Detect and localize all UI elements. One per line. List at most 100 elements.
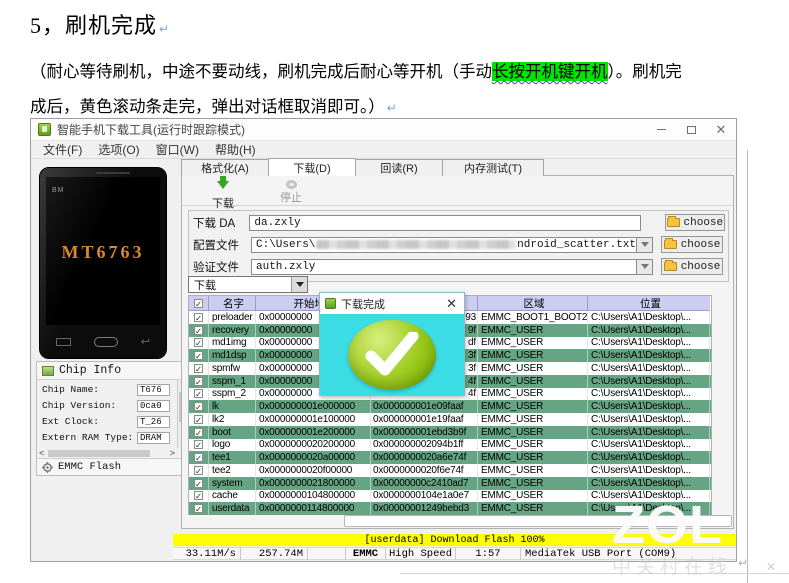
row-checkbox[interactable]: ✓ [194, 440, 203, 450]
chip-version-row: Chip Version: 0ca0 [42, 398, 170, 413]
header-location: 位置 [588, 296, 710, 311]
row-checkbox[interactable]: ✓ [194, 402, 203, 411]
chevron-down-icon [291, 277, 307, 292]
para-text: （耐心等待刷机，中途不要动线，刷机完成后耐心等开机（手动 [30, 62, 492, 81]
scatter-file-input[interactable]: C:\Users\ ndroid_scatter.txt [251, 236, 637, 253]
menu-item-window[interactable]: 窗口(W) [148, 141, 207, 158]
table-row[interactable]: ✓ boot 0x000000001e200000 0x000000001ebd… [189, 425, 711, 439]
cell-region: EMMC_USER [478, 489, 588, 503]
table-row[interactable]: ✓ tee2 0x0000000020f00000 0x0000000020f6… [189, 464, 711, 477]
row-checkbox[interactable]: ✓ [194, 414, 203, 424]
status-cell: 257.74M [241, 547, 308, 560]
auth-file-row: 验证文件 auth.zxly choose [193, 258, 725, 275]
cell-region: EMMC_USER [478, 476, 588, 490]
scroll-right-icon[interactable]: > [170, 449, 177, 459]
table-row[interactable]: ✓ system 0x0000000021800000 0x00000000c2… [189, 476, 711, 490]
row-checkbox[interactable]: ✓ [194, 312, 203, 322]
dialog-close-button[interactable]: ✕ [444, 297, 459, 310]
cell-location: C:\Users\A1\Desktop\... [588, 374, 710, 388]
maximize-button[interactable] [676, 119, 706, 140]
chip-info-header[interactable]: Chip Info [37, 362, 188, 380]
cell-name: sspm_2 [209, 387, 256, 401]
minimize-button[interactable] [646, 119, 676, 140]
chip-info-title: Chip Info [59, 364, 122, 377]
cell-location: C:\Users\A1\Desktop\... [588, 502, 710, 515]
select-all-checkbox[interactable]: ✓ [189, 296, 209, 311]
status-cell: 33.11M/s [173, 547, 241, 560]
row-checkbox[interactable]: ✓ [194, 389, 203, 399]
page-border-vertical [747, 150, 748, 583]
table-row[interactable]: ✓ lk 0x000000001e000000 0x000000001e09fa… [189, 400, 711, 413]
cell-location: C:\Users\A1\Desktop\... [588, 451, 710, 464]
scatter-dropdown-icon[interactable] [637, 236, 653, 253]
success-check-icon [348, 319, 436, 390]
choose-da-button[interactable]: choose [664, 214, 725, 231]
instruction-paragraph: （耐心等待刷机，中途不要动线，刷机完成后耐心等开机（手动长按开机键开机）。刷机完… [30, 54, 770, 126]
tab-readback[interactable]: 回读(R) [355, 159, 443, 176]
header-name: 名字 [209, 296, 256, 311]
download-mode-dropdown[interactable]: 下载 [188, 276, 308, 293]
menu-item-file[interactable]: 文件(F) [35, 141, 90, 158]
scroll-thumb[interactable] [48, 450, 150, 457]
row-checkbox[interactable]: ✓ [194, 491, 203, 501]
row-checkbox[interactable]: ✓ [194, 376, 203, 386]
scroll-left-icon[interactable]: < [37, 449, 44, 459]
row-checkbox[interactable]: ✓ [194, 465, 203, 475]
blurred-path [316, 240, 517, 249]
row-checkbox[interactable]: ✓ [194, 453, 203, 462]
table-row[interactable]: ✓ tee1 0x0000000020a00000 0x0000000020a6… [189, 451, 711, 464]
choose-scatter-button[interactable]: choose [661, 236, 723, 253]
para-text: 成后，黄色滚动条走完，弹出对话框取消即可。） [30, 97, 385, 116]
cell-region: EMMC_USER [478, 336, 588, 350]
window-title: 智能手机下载工具(运行时跟踪模式) [57, 123, 245, 137]
menu-key-icon [56, 338, 71, 346]
row-checkbox[interactable]: ✓ [194, 325, 203, 335]
table-row[interactable]: ✓ lk2 0x000000001e100000 0x000000001e19f… [189, 413, 711, 426]
auth-dropdown-icon[interactable] [637, 258, 653, 275]
table-row[interactable]: ✓ userdata 0x0000000114800000 0x00000001… [189, 502, 711, 515]
row-checkbox[interactable]: ✓ [194, 351, 203, 360]
status-cell [308, 547, 346, 560]
stop-button[interactable]: 停止 [268, 178, 314, 205]
close-button[interactable]: ✕ [706, 119, 736, 140]
download-da-label: 下载 DA [193, 217, 236, 230]
download-da-row: 下载 DA da.zxly choose [193, 214, 725, 231]
cell-end-address: 0x0000000020a6e74f [371, 451, 478, 464]
menu-item-options[interactable]: 选项(O) [90, 141, 147, 158]
auth-file-input[interactable]: auth.zxly [251, 258, 637, 275]
row-checkbox[interactable]: ✓ [194, 338, 203, 348]
row-checkbox[interactable]: ✓ [194, 504, 203, 513]
download-button-label: 下载 [212, 198, 234, 210]
emmc-flash-header[interactable]: EMMC Flash [37, 458, 188, 475]
tab-memory-test[interactable]: 内存测试(T) [442, 159, 544, 176]
table-row[interactable]: ✓ logo 0x0000000020200000 0x000000002094… [189, 438, 711, 452]
row-checkbox[interactable]: ✓ [194, 478, 203, 488]
menu-item-help[interactable]: 帮助(H) [207, 141, 264, 158]
gear-icon [42, 461, 53, 473]
download-da-input[interactable]: da.zxly [249, 214, 641, 231]
cell-end-address: 0x0000000104e1a0e7 [371, 489, 478, 503]
stop-button-label: 停止 [280, 192, 302, 204]
ext-clock-row: Ext Clock: T_26 [42, 414, 170, 429]
row-checkbox[interactable]: ✓ [194, 427, 203, 437]
download-arrow-icon [217, 176, 229, 195]
dialog-body [320, 314, 464, 395]
cell-region: EMMC_USER [478, 362, 588, 375]
download-button[interactable]: 下载 [200, 176, 246, 210]
phone-screen: BM MT6763 [46, 177, 160, 325]
table-row[interactable]: ✓ cache 0x0000000104800000 0x0000000104e… [189, 489, 711, 503]
cell-location: C:\Users\A1\Desktop\... [588, 489, 710, 503]
cell-location: C:\Users\A1\Desktop\... [588, 362, 710, 375]
choose-auth-button[interactable]: choose [661, 258, 723, 275]
cell-location: C:\Users\A1\Desktop\... [588, 400, 710, 413]
chip-info-body: Chip Name: T676 Chip Version: 0ca0 Ext Clo… [37, 380, 188, 448]
cell-location: C:\Users\A1\Desktop\... [588, 476, 710, 490]
phone-nav-buttons: ↩ [40, 334, 166, 350]
cell-name: lk [209, 400, 256, 413]
tab-format[interactable]: 格式化(A) [181, 159, 269, 176]
cell-end-address: 0x00000000c2410ad7 [371, 476, 478, 490]
tab-download[interactable]: 下载(D) [268, 158, 356, 176]
row-checkbox[interactable]: ✓ [194, 363, 203, 373]
cell-location: C:\Users\A1\Desktop\... [588, 311, 710, 324]
cell-location: C:\Users\A1\Desktop\... [588, 323, 710, 337]
